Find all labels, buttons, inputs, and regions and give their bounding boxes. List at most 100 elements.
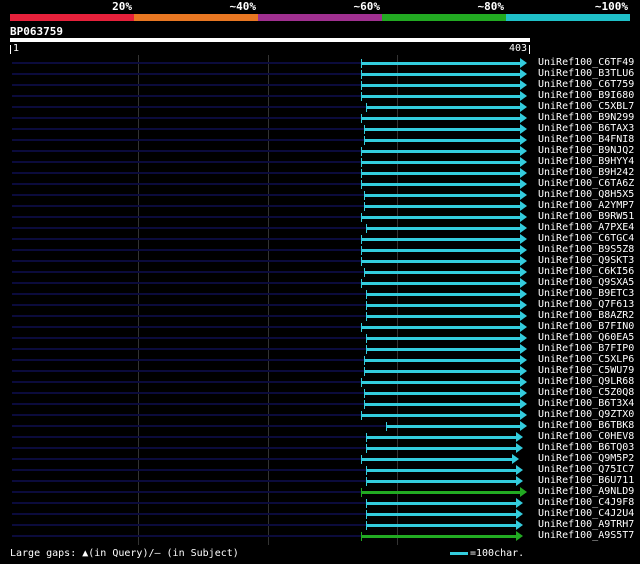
hit-line[interactable] (361, 117, 521, 120)
hit-label[interactable]: UniRef100_B6TQ03 (538, 442, 634, 453)
hit-label[interactable]: UniRef100_Q60EA5 (538, 332, 634, 343)
hit-label[interactable]: UniRef100_C5XBL7 (538, 101, 634, 112)
hit-line[interactable] (363, 271, 521, 274)
hit-line[interactable] (363, 359, 521, 362)
hit-label[interactable]: UniRef100_C6TGC4 (538, 233, 634, 244)
hit-label[interactable]: UniRef100_A9S5T7 (538, 530, 634, 541)
hit-label[interactable]: UniRef100_Q9SXA5 (538, 277, 634, 288)
hit-line[interactable] (363, 392, 521, 395)
hit-line[interactable] (366, 227, 521, 230)
gap-line (12, 326, 361, 328)
hit-line[interactable] (366, 436, 518, 439)
hit-label[interactable]: UniRef100_A9NLD9 (538, 486, 634, 497)
arrow-right-icon (519, 344, 527, 354)
hit-line[interactable] (361, 260, 521, 263)
gap-line (12, 106, 367, 108)
gap-line (12, 117, 361, 119)
hit-label[interactable]: UniRef100_C4J9F8 (538, 497, 634, 508)
hit-label[interactable]: UniRef100_B9H242 (538, 167, 634, 178)
hit-label[interactable]: UniRef100_B6T3X4 (538, 398, 634, 409)
hit-line[interactable] (361, 282, 521, 285)
hit-line[interactable] (361, 183, 521, 186)
hit-label[interactable]: UniRef100_A2YMP7 (538, 200, 634, 211)
hit-label[interactable]: UniRef100_Q8H5X5 (538, 189, 634, 200)
hit-line[interactable] (363, 128, 521, 131)
hit-label[interactable]: UniRef100_C5XLP6 (538, 354, 634, 365)
hit-line[interactable] (361, 414, 521, 417)
hit-line[interactable] (366, 480, 518, 483)
hit-line[interactable] (366, 524, 518, 527)
hit-row[interactable]: UniRef100_A9S5T7 (0, 530, 640, 542)
hit-line[interactable] (366, 502, 518, 505)
hit-label[interactable]: UniRef100_C5Z0Q8 (538, 387, 634, 398)
hit-label[interactable]: UniRef100_C0HEV8 (538, 431, 634, 442)
hit-line[interactable] (361, 216, 521, 219)
hit-label[interactable]: UniRef100_Q75IC7 (538, 464, 634, 475)
hit-line[interactable] (366, 447, 518, 450)
hit-label[interactable]: UniRef100_B9NJQ2 (538, 145, 634, 156)
hit-label[interactable]: UniRef100_C5WU79 (538, 365, 634, 376)
hit-line[interactable] (361, 535, 518, 538)
hit-line[interactable] (363, 139, 521, 142)
gap-line (12, 172, 361, 174)
hit-label[interactable]: UniRef100_B6U711 (538, 475, 634, 486)
hit-line[interactable] (361, 172, 521, 175)
hit-label[interactable]: UniRef100_Q9ZTX0 (538, 409, 634, 420)
hit-line[interactable] (363, 205, 521, 208)
hit-label[interactable]: UniRef100_B9N299 (538, 112, 634, 123)
hit-label[interactable]: UniRef100_C6TF49 (538, 57, 634, 68)
hit-label[interactable]: UniRef100_C6TA6Z (538, 178, 634, 189)
hit-line[interactable] (363, 370, 521, 373)
hit-line[interactable] (366, 293, 521, 296)
hit-line[interactable] (363, 194, 521, 197)
hit-line[interactable] (361, 249, 521, 252)
hit-line[interactable] (385, 425, 521, 428)
hit-line[interactable] (366, 315, 521, 318)
hit-line[interactable] (361, 150, 521, 153)
hit-line[interactable] (366, 348, 521, 351)
hit-line[interactable] (366, 106, 521, 109)
hit-label[interactable]: UniRef100_C6KI56 (538, 266, 634, 277)
hit-label[interactable]: UniRef100_Q9M5P2 (538, 453, 634, 464)
hit-label[interactable]: UniRef100_B9HYY4 (538, 156, 634, 167)
scale-label: ~60% (353, 0, 381, 13)
hit-line[interactable] (361, 491, 521, 494)
hit-label[interactable]: UniRef100_C4J2U4 (538, 508, 634, 519)
hit-label[interactable]: UniRef100_Q9SKT3 (538, 255, 634, 266)
hit-label[interactable]: UniRef100_B8AZR2 (538, 310, 634, 321)
hit-label[interactable]: UniRef100_Q9LR68 (538, 376, 634, 387)
hit-label[interactable]: UniRef100_A7PXE4 (538, 222, 634, 233)
hit-line[interactable] (366, 304, 521, 307)
hit-line[interactable] (361, 326, 521, 329)
hit-label[interactable]: UniRef100_B9RW51 (538, 211, 634, 222)
hit-label[interactable]: UniRef100_C6T759 (538, 79, 634, 90)
hit-label[interactable]: UniRef100_B3TLU6 (538, 68, 634, 79)
hit-line[interactable] (361, 95, 521, 98)
hit-label[interactable]: UniRef100_B4FNI8 (538, 134, 634, 145)
hit-label[interactable]: UniRef100_B7FIN0 (538, 321, 634, 332)
arrow-right-icon (519, 289, 527, 299)
hit-line[interactable] (361, 62, 521, 65)
hit-line[interactable] (366, 337, 521, 340)
hit-line[interactable] (363, 403, 521, 406)
hit-line[interactable] (366, 469, 518, 472)
hit-line[interactable] (361, 381, 521, 384)
hit-label[interactable]: UniRef100_B7FIP0 (538, 343, 634, 354)
hit-line[interactable] (361, 458, 514, 461)
hit-line[interactable] (361, 73, 521, 76)
hit-line[interactable] (361, 84, 521, 87)
hit-line[interactable] (361, 238, 521, 241)
hit-label[interactable]: UniRef100_B9I680 (538, 90, 634, 101)
query-id: BP063759 (10, 25, 63, 38)
hit-label[interactable]: UniRef100_B9S5Z8 (538, 244, 634, 255)
hit-label[interactable]: UniRef100_B6TBK8 (538, 420, 634, 431)
hit-line[interactable] (361, 161, 521, 164)
gap-line (12, 216, 361, 218)
hit-label[interactable]: UniRef100_B6TAX3 (538, 123, 634, 134)
scale-segment (134, 14, 258, 21)
hit-label[interactable]: UniRef100_Q7F613 (538, 299, 634, 310)
hit-line[interactable] (366, 513, 518, 516)
hit-label[interactable]: UniRef100_B9ETC3 (538, 288, 634, 299)
gap-line (12, 535, 361, 537)
hit-label[interactable]: UniRef100_A9TRH7 (538, 519, 634, 530)
